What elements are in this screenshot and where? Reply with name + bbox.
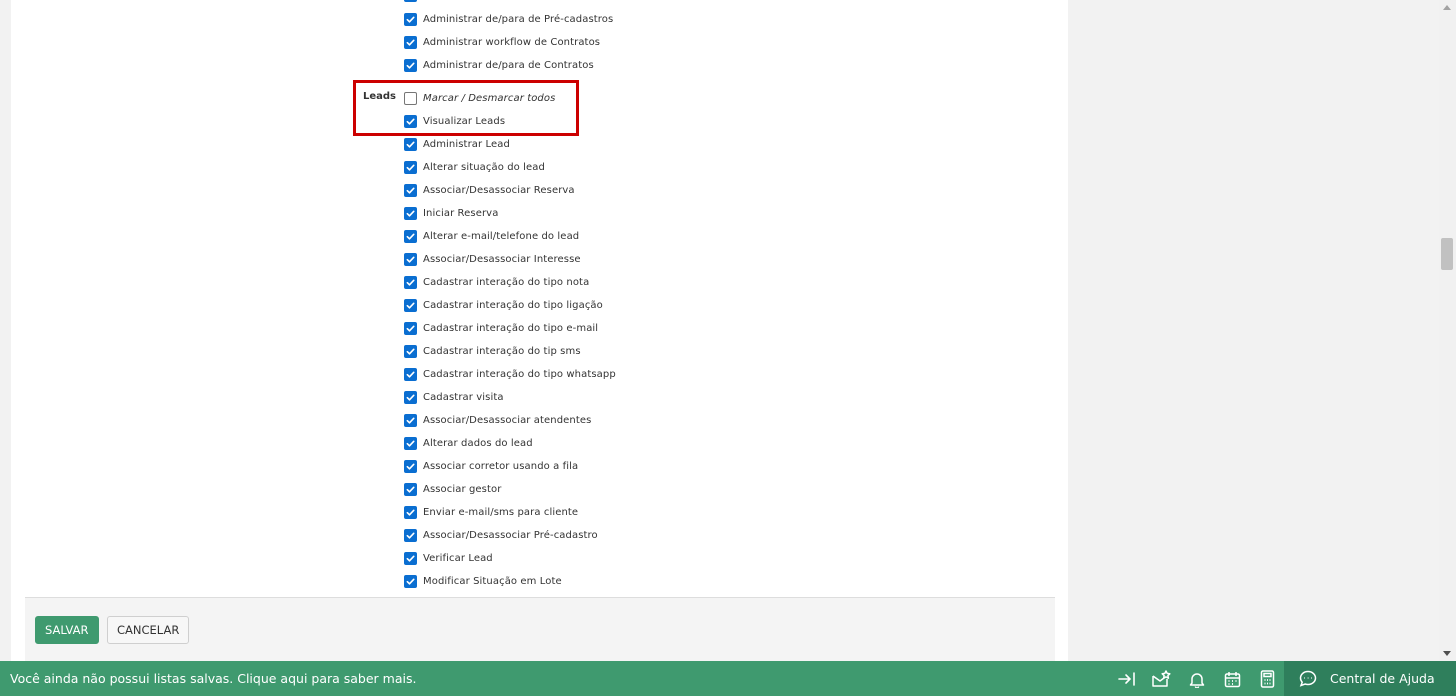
- permission-row[interactable]: Associar corretor usando a fila: [404, 457, 578, 475]
- permission-label: Administrar de/para de Contratos: [423, 59, 594, 71]
- calendar-icon[interactable]: [1222, 669, 1242, 689]
- permission-row[interactable]: Cadastrar interação do tipo whatsapp: [404, 365, 616, 383]
- cancel-button[interactable]: CANCELAR: [107, 616, 190, 644]
- permission-label: Verificar Lead: [423, 552, 493, 564]
- permission-row[interactable]: Cadastrar visita: [404, 388, 504, 406]
- permission-row[interactable]: Alterar e-mail/telefone do lead: [404, 227, 579, 245]
- permission-label: Cadastrar interação do tipo whatsapp: [423, 368, 616, 380]
- form-actions: SALVAR CANCELAR: [25, 597, 1055, 661]
- mail-favorite-icon[interactable]: [1151, 669, 1171, 689]
- highlight-box: [353, 80, 579, 136]
- checkbox-checked[interactable]: [404, 0, 417, 2]
- permission-row[interactable]: Administrar workflow de Contratos: [404, 33, 600, 51]
- permission-row[interactable]: Associar/Desassociar Reserva: [404, 181, 575, 199]
- permission-label: Associar/Desassociar Pré-cadastro: [423, 529, 598, 541]
- checkbox-checked[interactable]: [404, 298, 417, 312]
- checkbox-checked[interactable]: [404, 367, 417, 381]
- permission-label: Administrar de/para de Pré-cadastros: [423, 13, 614, 25]
- checkbox-checked[interactable]: [404, 183, 417, 197]
- checkbox-checked[interactable]: [404, 505, 417, 519]
- help-center-button[interactable]: Central de Ajuda: [1284, 661, 1456, 696]
- permission-label: Associar gestor: [423, 483, 502, 495]
- scroll-down-icon[interactable]: [1443, 651, 1451, 656]
- permission-row[interactable]: Associar/Desassociar Interesse: [404, 250, 581, 268]
- permission-row[interactable]: Associar/Desassociar atendentes: [404, 411, 591, 429]
- permission-row[interactable]: Associar gestor: [404, 480, 501, 498]
- permission-label: Alterar e-mail/telefone do lead: [423, 230, 580, 242]
- checkbox-checked[interactable]: [404, 137, 417, 151]
- calculator-icon[interactable]: [1257, 669, 1277, 689]
- permission-label: Associar/Desassociar Reserva: [423, 184, 575, 196]
- checkbox-checked[interactable]: [404, 275, 417, 289]
- permission-row[interactable]: Administrar de/para de Contratos: [404, 56, 594, 74]
- checkbox-checked[interactable]: [404, 551, 417, 565]
- permission-label: Cadastrar visita: [423, 391, 504, 403]
- bell-icon[interactable]: [1187, 669, 1207, 689]
- permission-row[interactable]: Administrar Lead: [404, 135, 510, 153]
- checkbox-checked[interactable]: [404, 206, 417, 220]
- permission-label: Iniciar Reserva: [423, 207, 499, 219]
- checkbox-checked[interactable]: [404, 482, 417, 496]
- collapse-panel-icon[interactable]: [1117, 669, 1137, 689]
- checkbox-checked[interactable]: [404, 12, 417, 26]
- checkbox-checked[interactable]: [404, 459, 417, 473]
- checkbox-checked[interactable]: [404, 528, 417, 542]
- bottom-bar: Você ainda não possui listas salvas. Cli…: [0, 661, 1456, 696]
- checkbox-checked[interactable]: [404, 574, 417, 588]
- permission-label: Cadastrar interação do tip sms: [423, 345, 581, 357]
- permission-label: Alterar situação do lead: [423, 161, 545, 173]
- permission-row[interactable]: Cadastrar interação do tipo e-mail: [404, 319, 598, 337]
- permission-label: Cadastrar interação do tipo ligação: [423, 299, 603, 311]
- permission-row[interactable]: Administrar de/para de Pré-cadastros: [404, 10, 613, 28]
- permission-row[interactable]: Associar/Desassociar Pré-cadastro: [404, 526, 598, 544]
- checkbox-checked[interactable]: [404, 390, 417, 404]
- permission-row[interactable]: Alterar dados do lead: [404, 434, 533, 452]
- scroll-up-icon[interactable]: [1443, 5, 1451, 10]
- checkbox-checked[interactable]: [404, 58, 417, 72]
- checkbox-checked[interactable]: [404, 229, 417, 243]
- checkbox-checked[interactable]: [404, 436, 417, 450]
- saved-lists-message[interactable]: Você ainda não possui listas salvas. Cli…: [10, 671, 416, 686]
- permissions-panel: Administrar de/para de Pré-cadastros Admi…: [11, 0, 1068, 661]
- permission-label: Associar/Desassociar Interesse: [423, 253, 581, 265]
- scroll-thumb[interactable]: [1441, 238, 1453, 270]
- permission-label: Associar/Desassociar atendentes: [423, 414, 592, 426]
- permission-row[interactable]: Verificar Lead: [404, 549, 493, 567]
- checkbox-checked[interactable]: [404, 35, 417, 49]
- checkbox-checked[interactable]: [404, 252, 417, 266]
- permission-row[interactable]: Modificar Situação em Lote: [404, 572, 562, 590]
- permission-row[interactable]: Cadastrar interação do tip sms: [404, 342, 581, 360]
- chat-help-icon: [1298, 669, 1318, 689]
- permission-row[interactable]: Cadastrar interação do tipo nota: [404, 273, 589, 291]
- permission-label: Associar corretor usando a fila: [423, 460, 579, 472]
- permission-row-cutoff[interactable]: [404, 0, 417, 4]
- permission-row[interactable]: Iniciar Reserva: [404, 204, 498, 222]
- permission-label: Administrar Lead: [423, 138, 510, 150]
- checkbox-checked[interactable]: [404, 321, 417, 335]
- permission-label: Cadastrar interação do tipo e-mail: [423, 322, 599, 334]
- permission-label: Cadastrar interação do tipo nota: [423, 276, 590, 288]
- checkbox-checked[interactable]: [404, 413, 417, 427]
- permission-label: Administrar workflow de Contratos: [423, 36, 601, 48]
- save-button[interactable]: SALVAR: [35, 616, 99, 644]
- permission-label: Modificar Situação em Lote: [423, 575, 562, 587]
- help-center-label: Central de Ajuda: [1330, 671, 1435, 686]
- checkbox-checked[interactable]: [404, 160, 417, 174]
- vertical-scrollbar[interactable]: [1439, 0, 1456, 661]
- permission-row[interactable]: Enviar e-mail/sms para cliente: [404, 503, 578, 521]
- permission-row[interactable]: Cadastrar interação do tipo ligação: [404, 296, 603, 314]
- permission-row[interactable]: Alterar situação do lead: [404, 158, 545, 176]
- checkbox-checked[interactable]: [404, 344, 417, 358]
- permission-label: Alterar dados do lead: [423, 437, 533, 449]
- permission-label: Enviar e-mail/sms para cliente: [423, 506, 579, 518]
